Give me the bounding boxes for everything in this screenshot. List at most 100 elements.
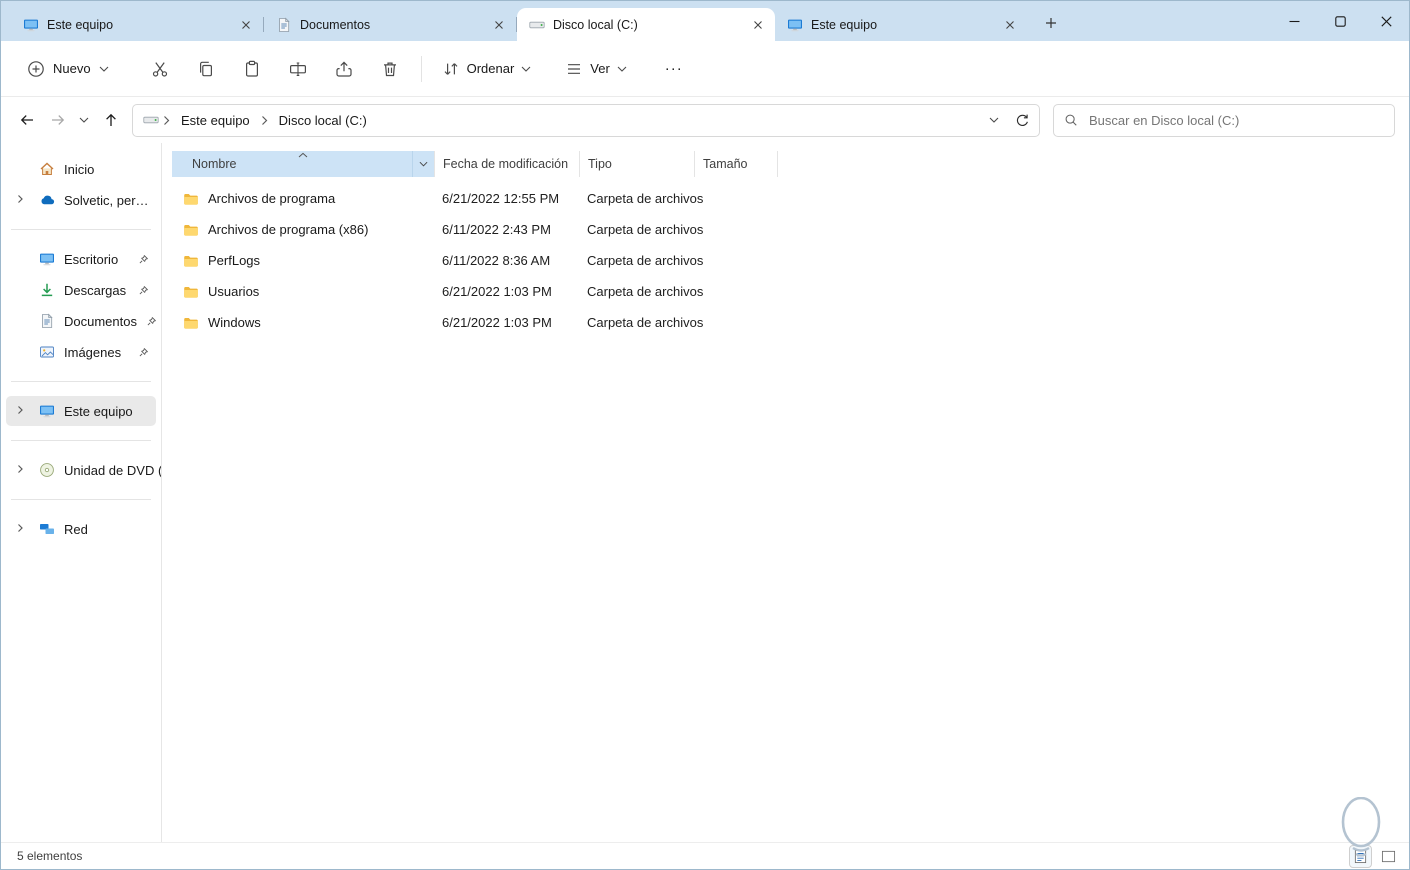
close-tab-icon[interactable] — [747, 14, 769, 36]
tab-label: Documentos — [300, 17, 371, 32]
chevron-down-icon — [99, 66, 109, 72]
arrow-left-icon — [20, 115, 33, 125]
sidebar-item-imagenes[interactable]: Imágenes — [6, 337, 156, 367]
sort-button[interactable]: Ordenar — [432, 52, 542, 86]
download-icon — [39, 282, 55, 298]
cut-button[interactable] — [139, 50, 181, 88]
file-explorer-window: Este equipo Documentos Disco local (C:) … — [0, 0, 1410, 870]
column-header-tipo[interactable]: Tipo — [579, 151, 694, 177]
tab-documentos[interactable]: Documentos — [264, 8, 516, 41]
recent-locations-button[interactable] — [73, 105, 95, 136]
search-input[interactable] — [1087, 111, 1384, 129]
chevron-right-icon[interactable] — [14, 522, 26, 534]
drive-icon — [529, 17, 545, 33]
sidebar-item-label: Inicio — [64, 161, 95, 177]
address-bar[interactable]: Este equipo Disco local (C:) — [132, 103, 1040, 137]
details-view-button[interactable] — [1349, 844, 1372, 868]
sidebar-item-unidad-dvd[interactable]: Unidad de DVD (D:) — [6, 455, 161, 485]
close-tab-icon[interactable] — [488, 14, 510, 36]
paste-button[interactable] — [231, 50, 273, 88]
file-name: PerfLogs — [208, 253, 261, 268]
refresh-button[interactable] — [1009, 107, 1035, 133]
address-dropdown-button[interactable] — [981, 107, 1007, 133]
more-options-button[interactable]: ··· — [653, 56, 695, 81]
navigation-bar: Este equipo Disco local (C:) — [1, 97, 1409, 143]
tab-disco-local-c-active[interactable]: Disco local (C:) — [517, 8, 775, 41]
column-filter-dropdown[interactable] — [412, 151, 434, 177]
tab-label: Este equipo — [811, 17, 878, 32]
file-modified: 6/21/2022 1:03 PM — [442, 284, 552, 299]
sidebar-item-onedrive[interactable]: Solvetic, personal — [6, 185, 156, 215]
pin-icon — [138, 254, 149, 265]
close-tab-icon[interactable] — [999, 14, 1021, 36]
maximize-button[interactable] — [1317, 1, 1363, 41]
plus-icon — [1045, 17, 1057, 29]
file-row-windows[interactable]: Windows 6/21/2022 1:03 PM Carpeta de arc… — [172, 307, 1393, 338]
items-count: 5 elementos — [17, 849, 83, 863]
refresh-icon — [1016, 114, 1028, 126]
scissors-icon — [152, 61, 167, 77]
file-row-archivos-de-programa[interactable]: Archivos de programa 6/21/2022 12:55 PM … — [172, 183, 1393, 214]
new-tab-button[interactable] — [1037, 9, 1065, 37]
chevron-right-icon[interactable] — [14, 193, 26, 205]
sidebar-item-label: Documentos — [64, 313, 137, 329]
main-area: Inicio Solvetic, personal Escritorio Des… — [1, 143, 1409, 842]
sidebar-item-red[interactable]: Red — [6, 514, 156, 544]
sidebar-item-inicio[interactable]: Inicio — [6, 154, 156, 184]
new-button[interactable]: Nuevo — [17, 53, 119, 85]
home-icon — [39, 161, 55, 177]
chevron-right-icon — [161, 115, 172, 126]
view-button-label: Ver — [590, 61, 610, 76]
sidebar-divider — [11, 499, 151, 500]
file-type: Carpeta de archivos — [587, 222, 704, 237]
share-button[interactable] — [323, 50, 365, 88]
folder-icon — [183, 222, 199, 238]
column-header-nombre[interactable]: Nombre — [172, 151, 434, 177]
sidebar-item-este-equipo[interactable]: Este equipo — [6, 396, 156, 426]
chevron-down-icon — [617, 66, 627, 72]
file-type: Carpeta de archivos — [587, 253, 704, 268]
computer-icon — [787, 17, 803, 33]
breadcrumb-disco-local[interactable]: Disco local (C:) — [272, 109, 374, 132]
close-tab-icon[interactable] — [235, 14, 257, 36]
sort-button-label: Ordenar — [466, 61, 515, 76]
up-button[interactable] — [95, 105, 126, 136]
sidebar-item-label: Solvetic, personal — [64, 192, 149, 208]
clipboard-icon — [245, 60, 258, 77]
file-row-perflogs[interactable]: PerfLogs 6/11/2022 8:36 AM Carpeta de ar… — [172, 245, 1393, 276]
chevron-down-icon — [989, 117, 999, 123]
file-modified: 6/11/2022 2:43 PM — [442, 222, 551, 237]
chevron-right-icon[interactable] — [14, 404, 26, 416]
search-box[interactable] — [1053, 103, 1395, 137]
tab-este-equipo-1[interactable]: Este equipo — [11, 8, 263, 41]
copy-button[interactable] — [185, 50, 227, 88]
file-row-usuarios[interactable]: Usuarios 6/21/2022 1:03 PM Carpeta de ar… — [172, 276, 1393, 307]
rename-button[interactable] — [277, 50, 319, 88]
close-window-button[interactable] — [1363, 1, 1409, 41]
sidebar-divider — [11, 381, 151, 382]
document-icon — [276, 17, 292, 33]
file-row-archivos-de-programa-x86[interactable]: Archivos de programa (x86) 6/11/2022 2:4… — [172, 214, 1393, 245]
folder-icon — [183, 253, 199, 269]
column-header-fecha[interactable]: Fecha de modificación — [434, 151, 579, 177]
pin-icon — [138, 347, 149, 358]
view-button[interactable]: Ver — [555, 52, 637, 86]
sidebar-item-label: Este equipo — [64, 403, 133, 419]
command-toolbar: Nuevo Ordenar Ver ··· — [1, 41, 1409, 97]
forward-button[interactable] — [42, 105, 73, 136]
back-button[interactable] — [11, 105, 42, 136]
large-icons-view-button[interactable] — [1378, 846, 1399, 867]
file-modified: 6/21/2022 12:55 PM — [442, 191, 560, 206]
sidebar-item-documentos[interactable]: Documentos — [6, 306, 156, 336]
chevron-right-icon[interactable] — [14, 463, 26, 475]
minimize-button[interactable] — [1271, 1, 1317, 41]
toolbar-separator — [420, 55, 422, 82]
breadcrumb-este-equipo[interactable]: Este equipo — [174, 109, 257, 132]
delete-button[interactable] — [369, 50, 411, 88]
column-header-tamano[interactable]: Tamaño — [694, 151, 778, 177]
dvd-icon — [39, 462, 55, 478]
computer-icon — [23, 17, 39, 33]
sidebar-item-descargas[interactable]: Descargas — [6, 275, 156, 305]
tab-este-equipo-2[interactable]: Este equipo — [775, 8, 1027, 41]
sidebar-item-escritorio[interactable]: Escritorio — [6, 244, 156, 274]
